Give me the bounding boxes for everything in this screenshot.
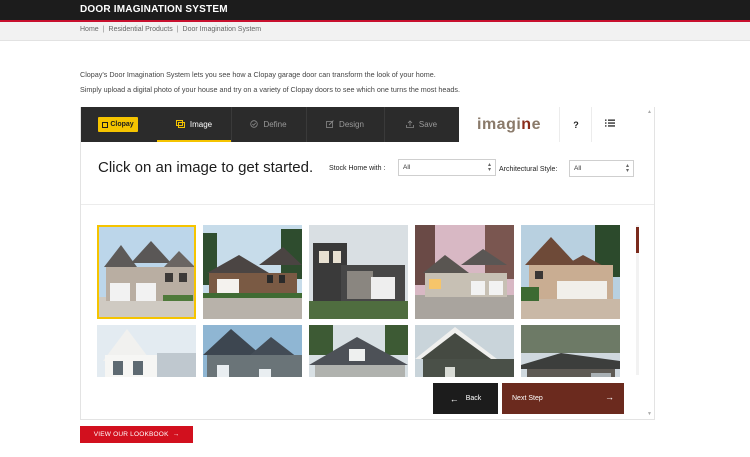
image-icon (175, 119, 185, 130)
architectural-style-label: Architectural Style: (499, 166, 558, 173)
imagination-app: Clopay Image Define Design Save imagi n … (80, 107, 655, 420)
select-arrows-icon: ▴ ▾ (487, 162, 491, 173)
home-image-9[interactable] (415, 325, 514, 377)
arrow-right-icon: → (605, 392, 614, 402)
home-image-1[interactable] (97, 225, 196, 319)
arrow-left-icon: ← (449, 393, 459, 404)
check-icon (250, 119, 259, 130)
upload-icon (405, 119, 414, 130)
scroll-down-icon[interactable]: ▼ (647, 411, 652, 417)
intro-text-line1: Clopay's Door Imagination System lets yo… (80, 70, 436, 79)
tab-design[interactable]: Design (306, 107, 384, 142)
home-image-5[interactable] (521, 225, 620, 319)
home-image-8[interactable] (309, 325, 408, 377)
tab-define[interactable]: Define (231, 107, 306, 142)
home-image-2[interactable] (203, 225, 302, 319)
app-scrollbar[interactable]: ▲ ▼ (647, 107, 653, 419)
home-image-6[interactable] (97, 325, 196, 377)
grid-scrollbar-thumb[interactable] (636, 227, 639, 253)
home-image-grid (97, 225, 621, 377)
app-nav-bar: Clopay Image Define Design Save (81, 107, 459, 142)
imagine-brand-logo: imagi n e (477, 115, 541, 133)
intro-text-line2: Simply upload a digital photo of your ho… (80, 85, 460, 94)
logo-mark-icon (102, 121, 109, 128)
menu-button[interactable] (591, 107, 628, 142)
stock-home-select[interactable]: All ▴ ▾ (398, 159, 496, 176)
breadcrumb-residential[interactable]: Residential Products (109, 26, 173, 33)
help-button[interactable]: ? (559, 107, 592, 142)
home-image-4[interactable] (415, 225, 514, 319)
section-divider (81, 204, 654, 205)
scroll-up-icon[interactable]: ▲ (647, 109, 652, 115)
home-image-7[interactable] (203, 325, 302, 377)
home-image-3[interactable] (309, 225, 408, 319)
tab-image[interactable]: Image (157, 107, 231, 142)
breadcrumb: Home | Residential Products | Door Imaginati… (0, 22, 750, 41)
clopay-logo: Clopay (98, 117, 138, 132)
get-started-heading: Click on an image to get started. (98, 159, 314, 176)
page-title: DOOR IMAGINATION SYSTEM (80, 4, 228, 15)
stock-home-label: Stock Home with : (329, 165, 386, 172)
logo-text: Clopay (110, 121, 134, 128)
select-arrows-icon: ▴ ▾ (625, 163, 629, 174)
arrow-right-icon: → (172, 431, 180, 438)
edit-icon (326, 119, 334, 130)
breadcrumb-home[interactable]: Home (80, 26, 99, 33)
list-icon (605, 119, 615, 130)
tab-save[interactable]: Save (384, 107, 459, 142)
next-step-button[interactable]: Next Step → (502, 383, 624, 414)
architectural-style-select[interactable]: All ▴ ▾ (569, 160, 634, 177)
view-lookbook-button[interactable]: VIEW OUR LOOKBOOK → (80, 426, 193, 443)
back-button[interactable]: ← Back (433, 383, 498, 414)
home-image-10[interactable] (521, 325, 620, 377)
top-header-bar: DOOR IMAGINATION SYSTEM (0, 0, 750, 22)
breadcrumb-current: Door Imagination System (182, 26, 262, 33)
